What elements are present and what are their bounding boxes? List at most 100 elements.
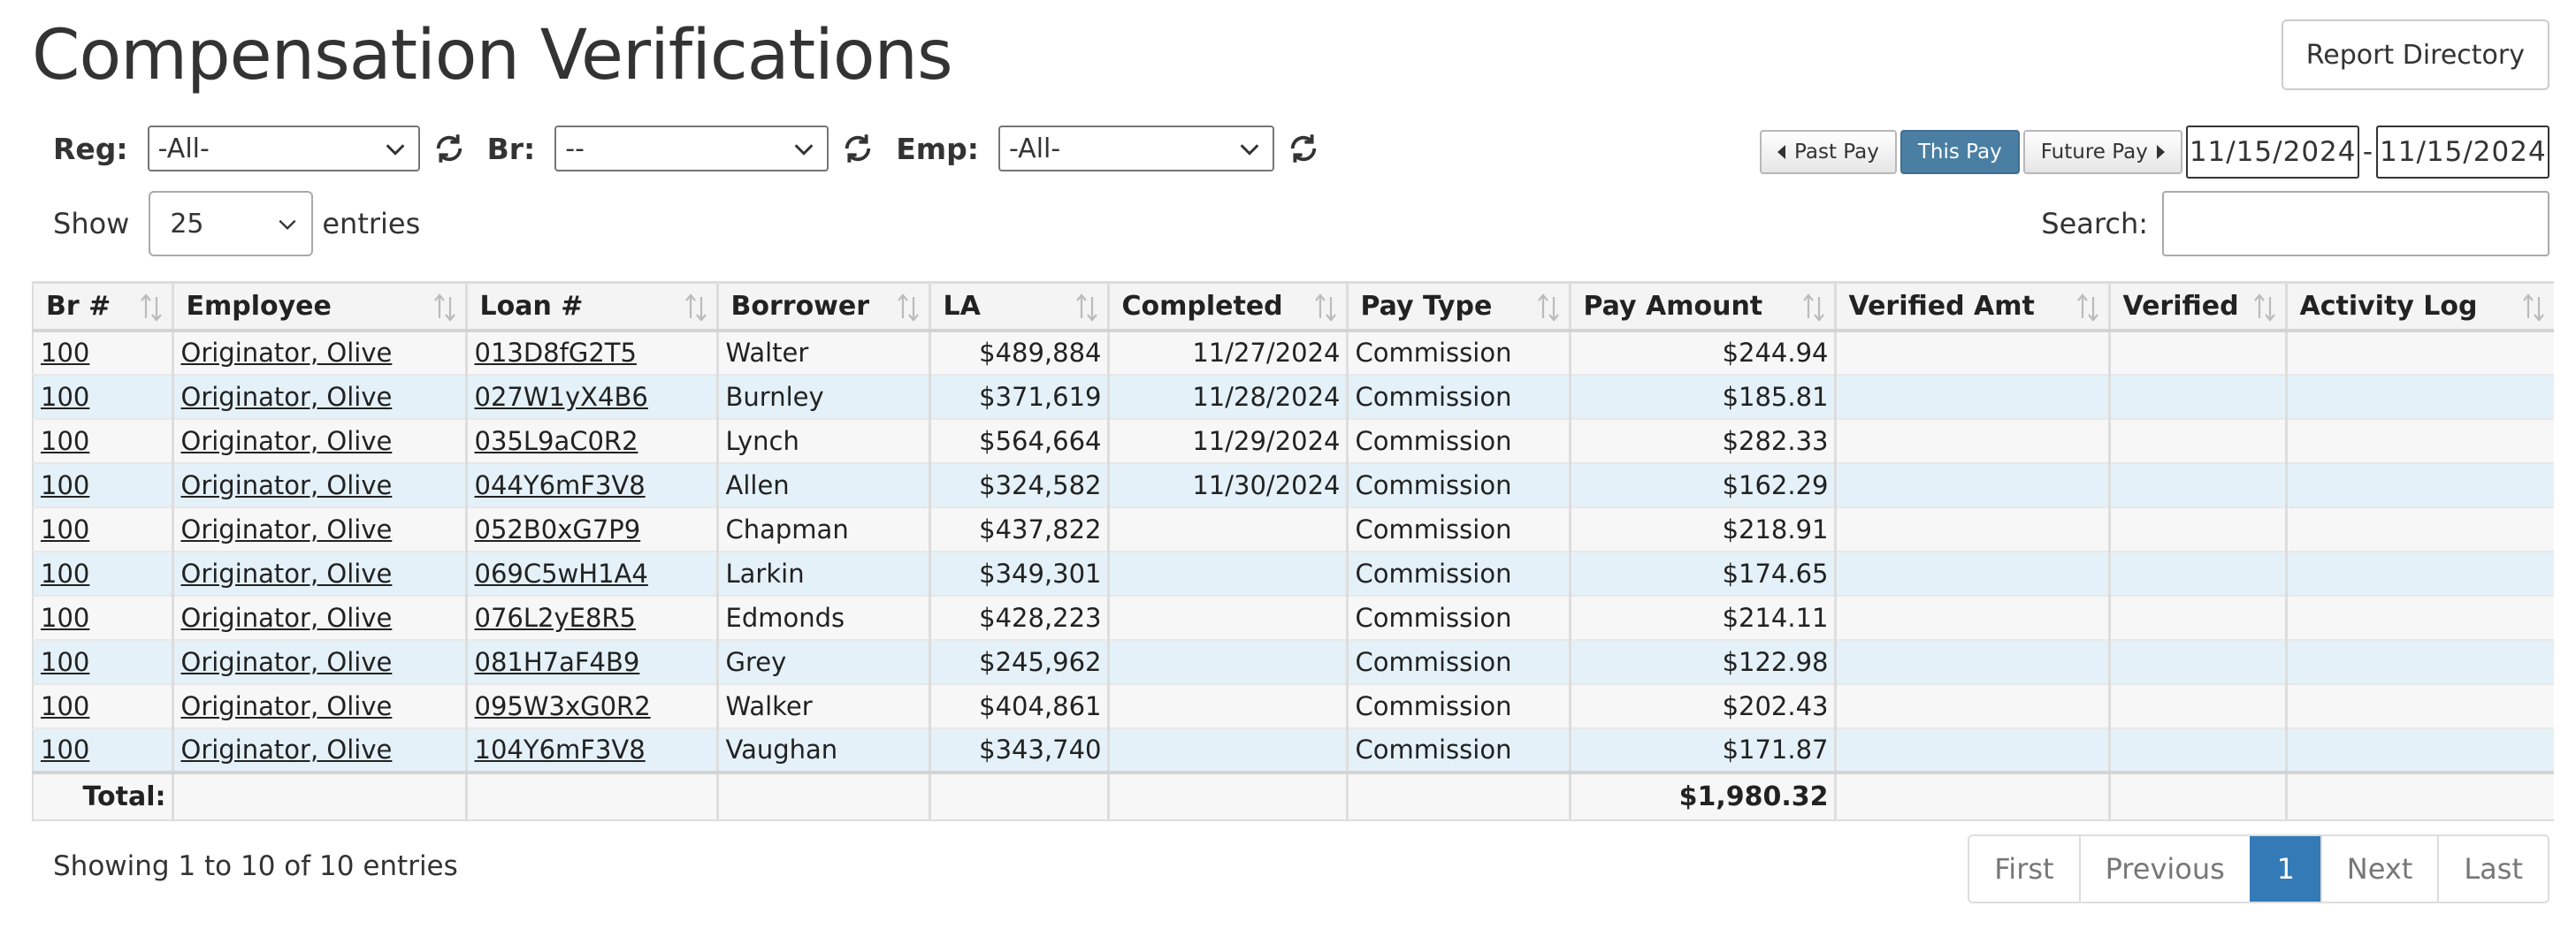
cell-activity-log — [2284, 506, 2554, 552]
refresh-icon[interactable] — [431, 130, 468, 167]
br-link[interactable]: 100 — [41, 426, 89, 456]
employee-link[interactable]: Originator, Olive — [181, 338, 393, 368]
column-header-0[interactable]: Br # — [32, 281, 172, 332]
loan-link[interactable]: 076L2yE8R5 — [475, 603, 637, 633]
cell-br: 100 — [32, 595, 172, 641]
cell-employee: Originator, Olive — [171, 418, 466, 464]
chevron-down-icon — [279, 219, 296, 231]
cell-employee: Originator, Olive — [171, 374, 466, 420]
employee-link[interactable]: Originator, Olive — [181, 559, 393, 589]
cell-pay-amount: $244.94 — [1568, 330, 1835, 376]
cell-borrower: Walker — [715, 683, 929, 729]
pagination-previous[interactable]: Previous — [2078, 836, 2250, 902]
refresh-icon[interactable] — [839, 130, 876, 167]
branch-select[interactable]: -- — [554, 126, 829, 171]
employee-link[interactable]: Originator, Olive — [181, 647, 393, 677]
loan-link[interactable]: 095W3xG0R2 — [475, 691, 651, 721]
table-row: 100 Originator, Olive 069C5wH1A4 Larkin $349… — [32, 551, 2554, 597]
br-link[interactable]: 100 — [41, 514, 89, 544]
loan-link[interactable]: 035L9aC0R2 — [475, 426, 638, 456]
column-header-8[interactable]: Verified Amt — [1833, 281, 2109, 332]
br-link[interactable]: 100 — [41, 338, 89, 368]
cell-activity-log — [2284, 330, 2554, 376]
br-link[interactable]: 100 — [41, 691, 89, 721]
cell-pay-amount: $185.81 — [1568, 374, 1835, 420]
column-header-3[interactable]: Borrower — [715, 281, 929, 332]
cell-activity-log — [2284, 727, 2554, 773]
table-body: 100 Originator, Olive 013D8fG2T5 Walter $489… — [32, 330, 2554, 773]
footer-cell — [1345, 770, 1570, 821]
employee-link[interactable]: Originator, Olive — [181, 735, 393, 765]
cell-pay-type: Commission — [1345, 418, 1570, 464]
table-row: 100 Originator, Olive 052B0xG7P9 Chapman $43… — [32, 506, 2554, 552]
cell-completed: 11/30/2024 — [1106, 462, 1347, 508]
br-link[interactable]: 100 — [41, 647, 89, 677]
employee-link[interactable]: Originator, Olive — [181, 382, 393, 412]
page-length-select[interactable]: 25 — [149, 191, 314, 256]
past-pay-button[interactable]: Past Pay — [1760, 130, 1897, 174]
br-link[interactable]: 100 — [41, 735, 89, 765]
column-header-5[interactable]: Completed — [1106, 281, 1347, 332]
employee-link[interactable]: Originator, Olive — [181, 426, 393, 456]
employee-select[interactable]: -All- — [998, 126, 1274, 171]
region-select[interactable]: -All- — [147, 126, 420, 171]
br-link[interactable]: 100 — [41, 603, 89, 633]
employee-link[interactable]: Originator, Olive — [181, 514, 393, 544]
cell-pay-amount: $202.43 — [1568, 683, 1835, 729]
report-directory-button[interactable]: Report Directory — [2281, 19, 2549, 90]
loan-link[interactable]: 052B0xG7P9 — [475, 514, 641, 544]
loan-link[interactable]: 027W1yX4B6 — [475, 382, 648, 412]
cell-la: $428,223 — [928, 595, 1108, 641]
column-header-label: Employee — [186, 290, 332, 322]
column-header-10[interactable]: Activity Log — [2284, 281, 2554, 332]
column-header-1[interactable]: Employee — [171, 281, 466, 332]
cell-pay-type: Commission — [1345, 639, 1570, 685]
pagination-last[interactable]: Last — [2437, 836, 2548, 902]
cell-completed: 11/28/2024 — [1106, 374, 1347, 420]
cell-activity-log — [2284, 462, 2554, 508]
column-header-6[interactable]: Pay Type — [1345, 281, 1570, 332]
cell-loan: 027W1yX4B6 — [464, 374, 717, 420]
br-link[interactable]: 100 — [41, 470, 89, 500]
column-header-9[interactable]: Verified — [2107, 281, 2286, 332]
cell-activity-log — [2284, 595, 2554, 641]
loan-link[interactable]: 104Y6mF3V8 — [475, 735, 646, 765]
chevron-down-icon — [794, 144, 814, 156]
branch-label: Br: — [486, 131, 536, 166]
end-date-input[interactable] — [2376, 126, 2549, 179]
page-length-control: Show 25 entries — [53, 191, 420, 256]
future-pay-label: Future Pay — [2040, 141, 2148, 164]
employee-link[interactable]: Originator, Olive — [181, 470, 393, 500]
this-pay-button[interactable]: This Pay — [1900, 130, 2020, 174]
employee-link[interactable]: Originator, Olive — [181, 603, 393, 633]
future-pay-button[interactable]: Future Pay — [2022, 130, 2182, 174]
loan-link[interactable]: 081H7aF4B9 — [475, 647, 640, 677]
br-link[interactable]: 100 — [41, 559, 89, 589]
search-input[interactable] — [2162, 191, 2549, 256]
page-title: Compensation Verifications — [32, 16, 953, 95]
start-date-input[interactable] — [2185, 126, 2359, 179]
column-header-label: Completed — [1121, 290, 1283, 322]
column-header-4[interactable]: LA — [928, 281, 1108, 332]
pagination-current-page[interactable]: 1 — [2249, 836, 2320, 902]
cell-completed — [1106, 639, 1347, 685]
table-row: 100 Originator, Olive 013D8fG2T5 Walter $489… — [32, 330, 2554, 376]
br-link[interactable]: 100 — [41, 382, 89, 412]
column-header-2[interactable]: Loan # — [464, 281, 717, 332]
loan-link[interactable]: 069C5wH1A4 — [475, 559, 648, 589]
employee-link[interactable]: Originator, Olive — [181, 691, 393, 721]
pagination-next[interactable]: Next — [2320, 836, 2438, 902]
column-header-label: Verified — [2122, 290, 2239, 322]
employee-label: Emp: — [896, 131, 979, 166]
loan-link[interactable]: 013D8fG2T5 — [475, 338, 637, 368]
cell-la: $349,301 — [928, 551, 1108, 597]
loan-link[interactable]: 044Y6mF3V8 — [475, 470, 646, 500]
cell-completed — [1106, 683, 1347, 729]
cell-br: 100 — [32, 418, 172, 464]
column-header-7[interactable]: Pay Amount — [1568, 281, 1835, 332]
refresh-icon[interactable] — [1285, 130, 1322, 167]
pagination-first[interactable]: First — [1969, 836, 2079, 902]
cell-employee: Originator, Olive — [171, 727, 466, 773]
pay-period-bar: Past Pay This Pay Future Pay - — [1760, 126, 2549, 179]
cell-employee: Originator, Olive — [171, 595, 466, 641]
